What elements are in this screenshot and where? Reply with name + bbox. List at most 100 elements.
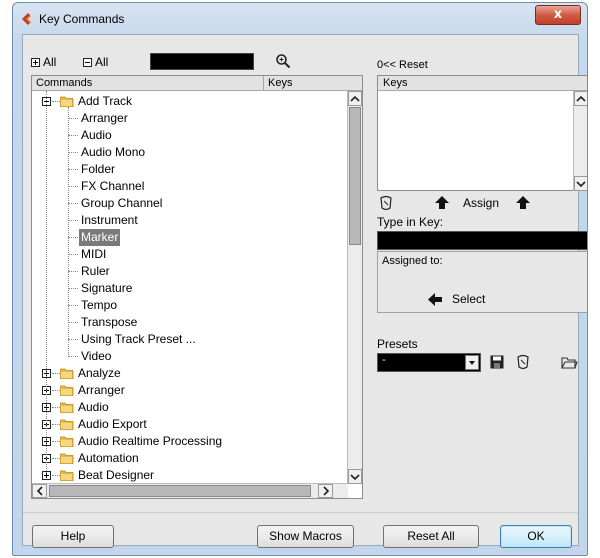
ok-button[interactable]: OK: [500, 525, 572, 548]
keys-list-header: Keys: [378, 76, 587, 91]
chevron-up-icon: [350, 95, 360, 102]
tree-folder-row[interactable]: Audio Export: [32, 416, 348, 433]
tree-folder-row[interactable]: Add Track: [32, 93, 348, 110]
tree-connector: [52, 424, 60, 425]
tree-command-row[interactable]: Signature: [32, 280, 348, 297]
tree-connector: [52, 101, 60, 102]
tree-command-label: Audio: [81, 128, 112, 142]
tree-command-label: Signature: [81, 281, 133, 295]
collapse-icon: [83, 57, 92, 67]
collapse-all-label: All: [95, 55, 109, 69]
tree-command-row[interactable]: Video: [32, 348, 348, 365]
help-button[interactable]: Help: [32, 525, 114, 548]
chevron-down-icon: [469, 361, 475, 365]
tree-command-row[interactable]: FX Channel: [32, 178, 348, 195]
presets-dropdown-arrow[interactable]: [465, 355, 479, 370]
show-macros-button[interactable]: Show Macros: [257, 525, 354, 548]
footer-divider: [23, 512, 578, 513]
tree-guide-line: [68, 107, 69, 357]
column-header-commands[interactable]: Commands: [36, 77, 92, 89]
tree-command-row[interactable]: Group Channel: [32, 195, 348, 212]
scroll-right-button[interactable]: [318, 484, 333, 498]
type-in-key-field[interactable]: [377, 231, 587, 250]
tree-header: Commands Keys: [32, 76, 362, 91]
reset-prefix: 0<<: [377, 59, 396, 71]
scroll-left-button[interactable]: [32, 484, 47, 498]
tree-command-row[interactable]: Tempo: [32, 297, 348, 314]
tree-command-row[interactable]: Transpose: [32, 314, 348, 331]
keys-list[interactable]: Keys: [377, 75, 587, 191]
tree-command-label: Using Track Preset ...: [81, 332, 196, 346]
tree-command-row[interactable]: Folder: [32, 161, 348, 178]
keys-scroll-down-button[interactable]: [574, 176, 587, 191]
folder-icon: [60, 453, 74, 464]
tree-vertical-scrollbar[interactable]: [347, 91, 362, 484]
type-in-key-label: Type in Key:: [377, 215, 444, 229]
tree-folder-row[interactable]: Audio Realtime Processing: [32, 433, 348, 450]
tree-command-label: Arranger: [81, 111, 128, 125]
tree-connector: [68, 254, 78, 255]
scroll-up-button[interactable]: [348, 91, 362, 106]
column-divider[interactable]: [263, 76, 264, 91]
tree-connector: [52, 475, 60, 476]
tree-connector: [52, 373, 60, 374]
tree-command-row[interactable]: Arranger: [32, 110, 348, 127]
folder-icon: [60, 96, 74, 107]
tree-folder-row[interactable]: Analyze: [32, 365, 348, 382]
save-icon[interactable]: [490, 355, 504, 369]
tree-command-row[interactable]: Audio Mono: [32, 144, 348, 161]
reset-button[interactable]: 0<< Reset: [377, 59, 428, 71]
collapse-all-button[interactable]: All: [83, 55, 108, 69]
title-bar[interactable]: Key Commands x: [13, 3, 587, 33]
tree-command-row[interactable]: MIDI: [32, 246, 348, 263]
assigned-to-panel: Assigned to: Select: [377, 251, 587, 313]
tree-command-row[interactable]: Using Track Preset ...: [32, 331, 348, 348]
assign-button[interactable]: Assign: [463, 196, 499, 210]
tree-guide-line: [46, 91, 47, 473]
presets-dropdown[interactable]: -: [377, 353, 481, 372]
expand-all-button[interactable]: All: [31, 55, 56, 69]
tree-connector: [68, 220, 78, 221]
folder-icon: [60, 436, 74, 447]
tree-folder-label: Audio Export: [78, 417, 147, 431]
tree-command-row[interactable]: Audio: [32, 127, 348, 144]
close-button[interactable]: x: [535, 5, 581, 25]
reset-all-button[interactable]: Reset All: [383, 525, 479, 548]
folder-icon: [60, 368, 74, 379]
tree-command-label: Video: [81, 349, 112, 363]
tree-connector: [68, 305, 78, 306]
chevron-up-icon: [576, 95, 586, 102]
folder-icon: [60, 470, 74, 481]
tree-folder-label: Audio: [78, 400, 109, 414]
tree-command-label: FX Channel: [81, 179, 145, 193]
search-input[interactable]: [150, 53, 254, 70]
keys-list-scrollbar[interactable]: [573, 91, 587, 191]
tree-folder-label: Add Track: [78, 94, 133, 108]
tree-command-row[interactable]: Marker: [32, 229, 348, 246]
delete-preset-icon[interactable]: [516, 354, 530, 370]
tree-folder-row[interactable]: Arranger: [32, 382, 348, 399]
column-header-keys[interactable]: Keys: [268, 77, 292, 89]
keys-scroll-up-button[interactable]: [574, 91, 587, 106]
scroll-down-button[interactable]: [348, 469, 362, 484]
open-folder-icon[interactable]: [561, 355, 578, 369]
window-title: Key Commands: [39, 12, 125, 26]
tree-folder-row[interactable]: Audio: [32, 399, 348, 416]
presets-value: -: [382, 354, 386, 366]
arrow-up-icon: [516, 196, 530, 209]
tree-folder-row[interactable]: Automation: [32, 450, 348, 467]
horizontal-scroll-thumb[interactable]: [49, 485, 311, 497]
scroll-thumb[interactable]: [349, 107, 361, 245]
tree-connector: [68, 186, 78, 187]
search-icon[interactable]: [275, 53, 291, 69]
tree-command-row[interactable]: Instrument: [32, 212, 348, 229]
chevron-left-icon: [36, 486, 43, 496]
tree-folder-row[interactable]: Beat Designer: [32, 467, 348, 484]
expand-icon: [31, 57, 40, 67]
select-button[interactable]: Select: [428, 292, 485, 306]
tree-command-label: MIDI: [81, 247, 107, 261]
tree-horizontal-scrollbar[interactable]: [32, 483, 348, 498]
tree-command-row[interactable]: Ruler: [32, 263, 348, 280]
tree-folder-label: Arranger: [78, 383, 125, 397]
delete-key-icon[interactable]: [379, 195, 393, 211]
